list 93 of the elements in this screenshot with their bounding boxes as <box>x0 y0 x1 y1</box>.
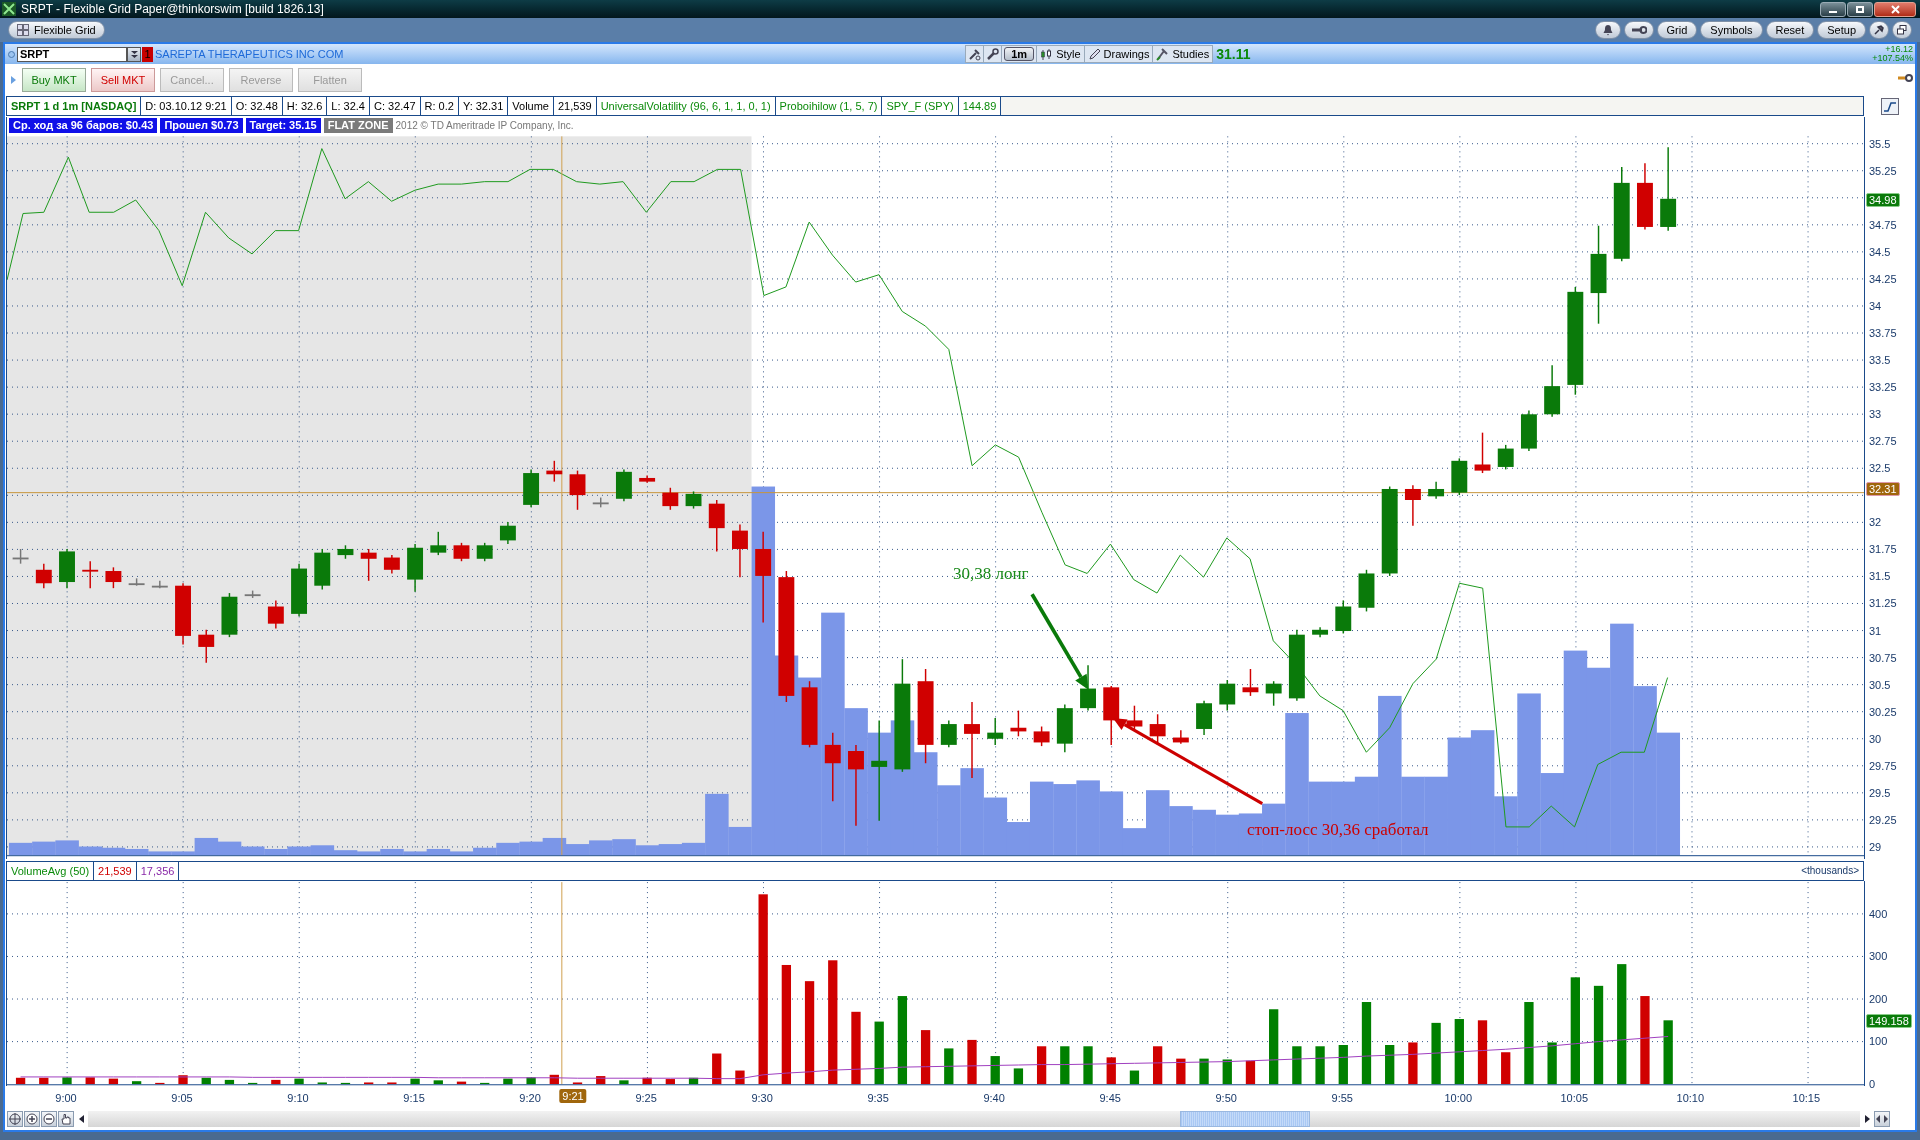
study-label: Proboihilow (1, 5, 7) <box>775 97 883 115</box>
units-label: <thousands> <box>1800 864 1860 878</box>
info-cell: R: 0.2 <box>420 97 459 115</box>
axis-label: 30.5 <box>1869 678 1891 691</box>
order-button[interactable]: Sell MKT <box>91 68 155 92</box>
time-label: 9:55 <box>1331 1091 1353 1106</box>
time-label: 10:15 <box>1792 1091 1821 1106</box>
axis-label: 34.25 <box>1869 272 1897 285</box>
axis-label: 29 <box>1869 840 1882 853</box>
copyright-text: 2012 © TD Ameritrade IP Company, Inc. <box>395 119 574 133</box>
info-badge: Ср. ход за 96 баров: $0.43 <box>9 118 158 133</box>
toolbar-button[interactable]: Reset <box>1765 21 1815 39</box>
time-label: 9:00 <box>55 1091 77 1106</box>
percent-change: +107.54% <box>1872 54 1913 63</box>
info-badge: Target: 35.15 <box>245 118 321 133</box>
price-marker: 34.98 <box>1866 192 1900 207</box>
axis-label: 33.5 <box>1869 354 1891 366</box>
axis-label: 400 <box>1869 907 1888 920</box>
time-label: 10:10 <box>1676 1091 1705 1106</box>
axis-label: 32.75 <box>1869 435 1897 448</box>
axis-label: 200 <box>1869 992 1888 1005</box>
info-cell: C: 32.47 <box>369 97 421 115</box>
grid-tab[interactable]: Flexible Grid <box>8 21 105 39</box>
chart-title: SRPT 1 d 1m [NASDAQ] <box>7 97 142 115</box>
last-price: 31.11 <box>1216 44 1251 64</box>
axis-label: 34.5 <box>1869 245 1891 258</box>
axis-label: 32 <box>1869 516 1882 529</box>
info-cell: Volume <box>508 97 554 115</box>
time-label: 10:05 <box>1560 1091 1589 1106</box>
average-value: 17,356 <box>136 862 180 880</box>
window-title: SRPT - Flexible Grid Paper@thinkorswim [build 1826.13] <box>21 1 324 18</box>
axis-label: 30.75 <box>1869 651 1897 664</box>
time-label: 9:50 <box>1215 1091 1237 1106</box>
axis-label: 33 <box>1869 408 1882 421</box>
time-label: 9:35 <box>867 1091 889 1106</box>
price-marker: 32.31 <box>1866 481 1900 496</box>
axis-label: 29.75 <box>1869 759 1897 772</box>
axis-label: 100 <box>1869 1035 1888 1048</box>
study-label: SPY_F (SPY) <box>882 97 959 115</box>
axis-label: 31.75 <box>1869 543 1897 556</box>
company-name: SAREPTA THERAPEUTICS INC COM <box>155 46 344 62</box>
time-label: 9:30 <box>751 1091 773 1106</box>
net-change: +16.12 <box>1885 45 1913 54</box>
axis-label: 35.25 <box>1869 164 1897 177</box>
time-label: 9:05 <box>171 1091 193 1106</box>
axis-label: 0 <box>1869 1078 1876 1090</box>
axis-label: 32.5 <box>1869 462 1891 475</box>
toolbar-button[interactable]: Symbols <box>1700 21 1763 39</box>
axis-label: 31.5 <box>1869 570 1891 583</box>
axis-label: 34 <box>1869 299 1882 312</box>
toolbar-button[interactable]: Grid <box>1656 21 1698 39</box>
axis-label: 30.25 <box>1869 705 1897 718</box>
study-label: VolumeAvg (50) <box>7 862 95 880</box>
axis-label: 35.5 <box>1869 137 1891 150</box>
annotation-text: стоп-лосс 30,36 сработал <box>1247 819 1429 841</box>
time-cursor-label: 9:21 <box>559 1089 587 1103</box>
info-cell: O: 32.48 <box>231 97 283 115</box>
time-label: 10:00 <box>1444 1091 1472 1106</box>
volume-value: 21,539 <box>94 862 137 880</box>
time-label: 9:15 <box>403 1091 425 1106</box>
toolbar-button[interactable]: Setup <box>1817 21 1866 39</box>
study-label: 144.89 <box>958 97 1002 115</box>
time-label: 9:10 <box>287 1091 309 1106</box>
axis-label: 31 <box>1869 624 1882 637</box>
axis-label: 34.75 <box>1869 218 1897 231</box>
axis-label: 300 <box>1869 950 1888 963</box>
aggregation-button[interactable]: 1m <box>1004 47 1035 61</box>
volume-marker: 149.158 <box>1866 1014 1912 1028</box>
axis-label: 29.5 <box>1869 786 1891 799</box>
time-label: 9:40 <box>983 1091 1005 1106</box>
info-cell: 21,539 <box>554 97 597 115</box>
time-label: 9:25 <box>635 1091 657 1106</box>
order-button[interactable]: Buy MKT <box>22 68 86 92</box>
axis-label: 30 <box>1869 732 1882 745</box>
axis-label: 33.75 <box>1869 326 1897 339</box>
chart-tool-button[interactable]: Studies <box>1152 46 1213 62</box>
study-label: UniversalVolatility (96, 6, 1, 1, 0, 1) <box>596 97 776 115</box>
chart-tool-button[interactable]: Style <box>1036 46 1084 62</box>
info-cell: H: 32.6 <box>282 97 328 115</box>
info-cell: D: 03.10.12 9:21 <box>141 97 232 115</box>
chart-tool-button[interactable]: Drawings <box>1083 46 1153 62</box>
link-badge: 1 <box>142 46 153 62</box>
info-cell: Y: 32.31 <box>458 97 509 115</box>
axis-label: 33.25 <box>1869 381 1897 394</box>
annotation-text: 30,38 лонг <box>953 563 1029 585</box>
time-label: 9:45 <box>1099 1091 1121 1106</box>
axis-label: 29.25 <box>1869 813 1897 826</box>
zone-badge: FLAT ZONE <box>323 118 393 133</box>
symbol-field[interactable]: SRPT <box>17 46 127 62</box>
info-cell: L: 32.4 <box>327 97 370 115</box>
info-badge: Прошел $0.73 <box>160 118 243 133</box>
axis-label: 31.25 <box>1869 597 1897 610</box>
time-label: 9:20 <box>519 1091 541 1106</box>
